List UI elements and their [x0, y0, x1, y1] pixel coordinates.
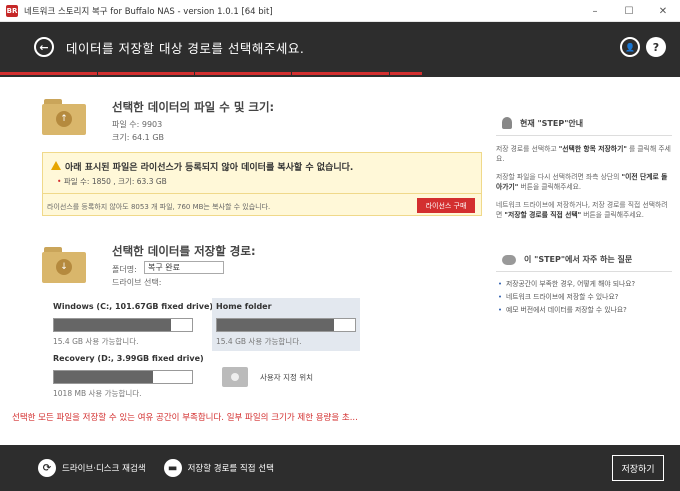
guide-paragraph-2: 저장할 파일을 다시 선택하려면 좌측 상단의 "이전 단계로 돌아가기" 버튼…	[496, 173, 668, 191]
step-separator	[389, 72, 390, 75]
app-icon: BR	[6, 4, 18, 17]
camera-icon	[222, 367, 248, 387]
drive-usage-bar	[53, 318, 193, 332]
drive-name: Home folder	[216, 302, 272, 311]
warning-footnote: 라이선스를 등록하지 않아도 8053 개 파일, 760 MB는 복사할 수 …	[47, 203, 271, 211]
drive-usage-bar	[216, 318, 356, 332]
folder-icon: ▬	[163, 459, 182, 477]
destination-title: 선택한 데이터를 저장할 경로:	[112, 244, 256, 258]
drive-free-space: 1018 MB 사용 가능합니다.	[53, 389, 142, 398]
header: ← 데이터를 저장할 대상 경로를 선택해주세요. 👤 ?	[0, 22, 680, 72]
folder-name-label: 폴더명:	[112, 265, 137, 274]
drive-home-folder[interactable]: Home folder 15.4 GB 사용 가능합니다.	[212, 298, 360, 351]
choose-path-button[interactable]: ▬ 저장할 경로를 직접 선택	[163, 459, 274, 477]
faq-link[interactable]: 예모 버전에서 데이터를 저장할 수 있나요?	[496, 304, 672, 317]
drive-recovery-d[interactable]: Recovery (D:, 3.99GB fixed drive) 1018 M…	[49, 350, 204, 403]
custom-location-label: 사용자 지정 위치	[260, 372, 314, 382]
upload-icon: ↑	[56, 111, 72, 127]
warning-text: 아래 표시된 파일은 라이선스가 등록되지 않아 데이터를 복사할 수 없습니다…	[65, 163, 354, 173]
chat-bubble-icon	[502, 254, 516, 265]
step-separator	[97, 72, 98, 75]
step-progress-fill	[0, 72, 422, 75]
minimize-button[interactable]: –	[578, 0, 612, 22]
source-file-count: 파일 수: 9903	[112, 120, 163, 129]
rescan-drives-button[interactable]: ⟳ 드라이브·디스크 재검색	[38, 459, 146, 477]
faq-header: 이 "STEP"에서 자주 하는 질문	[496, 254, 672, 272]
step-separator	[583, 72, 584, 75]
source-folder-icon: ↑	[42, 99, 86, 135]
help-panel: 현재 "STEP"안내 저장 경로를 선택하고 "선택한 항목 저장하기" 를 …	[496, 117, 672, 317]
license-warning: 아래 표시된 파일은 라이선스가 등록되지 않아 데이터를 복사할 수 없습니다…	[42, 152, 482, 216]
back-arrow-icon[interactable]: ←	[34, 37, 54, 57]
download-icon: ↓	[56, 259, 72, 275]
insufficient-space-error: 선택한 모든 파일을 저장할 수 있는 여유 공간이 부족합니다. 일부 파일의…	[12, 413, 358, 423]
faq-link[interactable]: 저장공간이 부족한 경우, 어떻게 해야 되나요?	[496, 278, 672, 291]
drive-free-space: 15.4 GB 사용 가능합니다.	[53, 337, 139, 346]
drive-select-label: 드라이브 선택:	[112, 278, 162, 287]
step-separator	[486, 72, 487, 75]
guide-paragraph-1: 저장 경로를 선택하고 "선택한 항목 저장하기" 를 클릭해 주세요.	[496, 145, 671, 163]
faq-title: 이 "STEP"에서 자주 하는 질문	[524, 255, 633, 264]
drive-name: Recovery (D:, 3.99GB fixed drive)	[53, 354, 204, 363]
buy-license-button[interactable]: 라이선스 구매	[417, 198, 475, 213]
help-icon[interactable]: ?	[646, 37, 666, 57]
warning-icon	[51, 161, 61, 170]
window-controls: – ☐ ✕	[578, 0, 680, 22]
warning-detail: • 파일 수: 1850 , 크기: 63.3 GB	[57, 177, 167, 186]
step-separator	[291, 72, 292, 75]
maximize-button[interactable]: ☐	[612, 0, 646, 22]
guide-paragraph-3: 네트워크 드라이브에 저장하거나, 저장 경로를 직접 선택하려면 "저장할 경…	[496, 201, 668, 219]
folder-name-input[interactable]: 복구 완료	[144, 261, 224, 274]
drive-usage-bar	[53, 370, 193, 384]
user-icon[interactable]: 👤	[620, 37, 640, 57]
rescan-drives-label: 드라이브·디스크 재검색	[62, 464, 146, 474]
source-size: 크기: 64.1 GB	[112, 133, 165, 142]
drive-name: Windows (C:, 101.67GB fixed drive)	[53, 302, 214, 311]
source-title: 선택한 데이터의 파일 수 및 크기:	[112, 100, 275, 114]
step-separator	[194, 72, 195, 75]
drive-free-space: 15.4 GB 사용 가능합니다.	[216, 337, 302, 346]
refresh-icon: ⟳	[38, 459, 56, 477]
main-content: ↑ 선택한 데이터의 파일 수 및 크기: 파일 수: 9903 크기: 64.…	[12, 77, 672, 445]
lightbulb-icon	[502, 117, 512, 129]
footer: ⟳ 드라이브·디스크 재검색 ▬ 저장할 경로를 직접 선택 저장하기	[0, 445, 680, 491]
step-guide-header: 현재 "STEP"안내	[496, 117, 672, 136]
faq-list: 저장공간이 부족한 경우, 어떻게 해야 되나요? 네트워크 드라이브에 저장할…	[496, 278, 672, 317]
custom-location-button[interactable]: 사용자 지정 위치	[222, 367, 313, 387]
page-title: 데이터를 저장할 대상 경로를 선택해주세요.	[66, 40, 305, 56]
destination-folder-icon: ↓	[42, 247, 86, 283]
warning-detail-text: 파일 수: 1850 , 크기: 63.3 GB	[63, 177, 167, 186]
title-bar: BR 네트워크 스토리지 복구 for Buffalo NAS - versio…	[0, 0, 680, 22]
step-guide-title: 현재 "STEP"안내	[520, 118, 584, 128]
drive-windows-c[interactable]: Windows (C:, 101.67GB fixed drive) 15.4 …	[49, 298, 214, 351]
close-button[interactable]: ✕	[646, 0, 680, 22]
window-title: 네트워크 스토리지 복구 for Buffalo NAS - version 1…	[24, 6, 273, 17]
faq-link[interactable]: 네트워크 드라이브에 저장할 수 있나요?	[496, 291, 672, 304]
choose-path-label: 저장할 경로를 직접 선택	[187, 464, 274, 474]
save-button[interactable]: 저장하기	[612, 455, 664, 481]
